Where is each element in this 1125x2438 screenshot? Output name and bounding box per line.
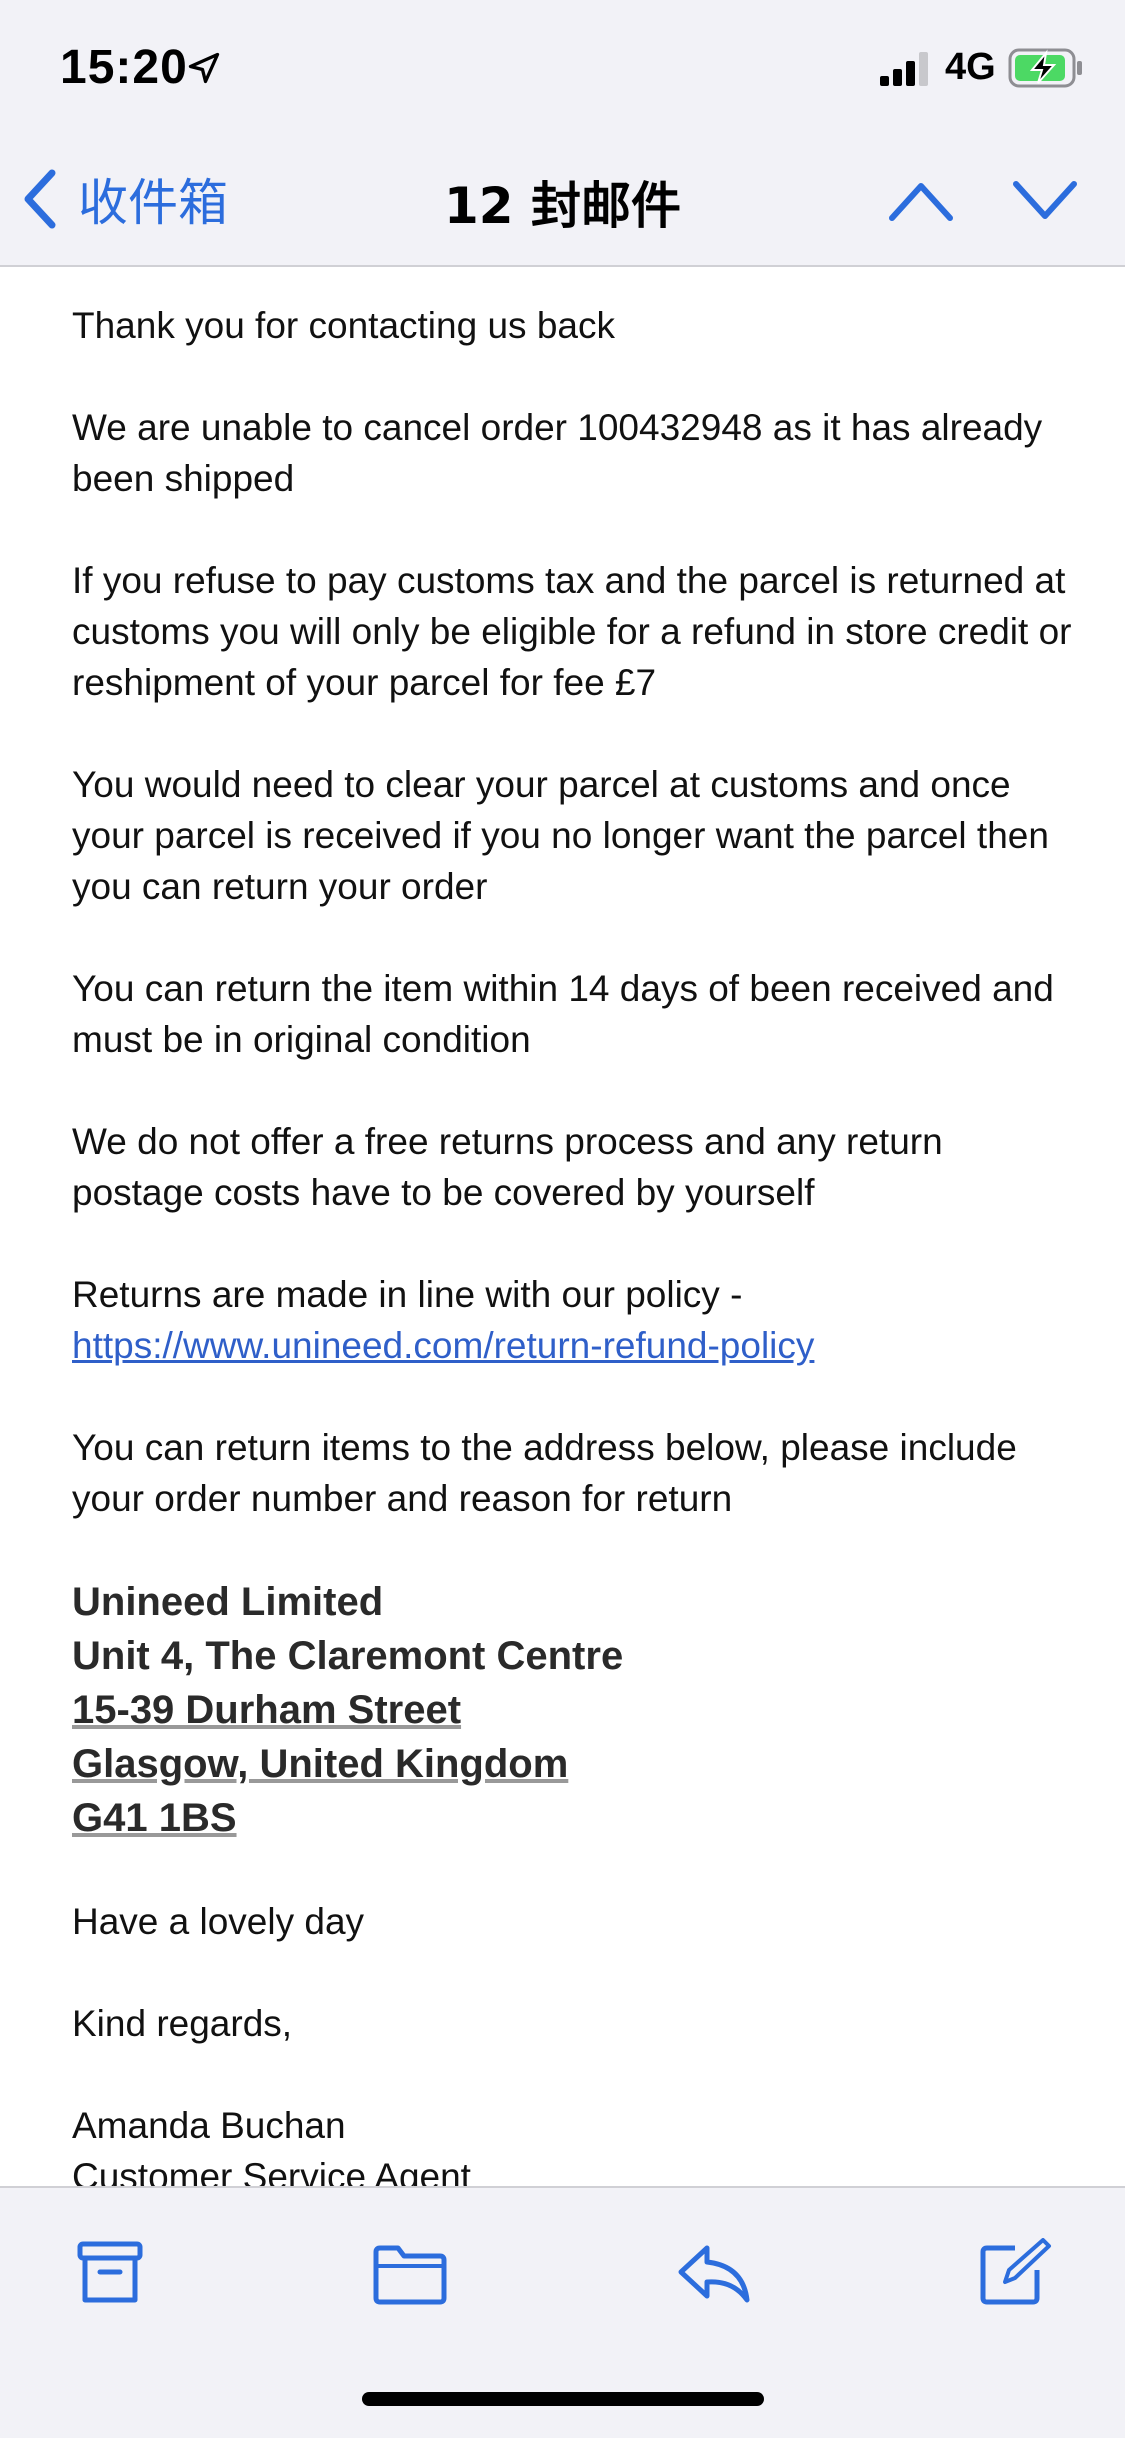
email-paragraph: Thank you for contacting us back bbox=[72, 305, 615, 346]
navigation-bar: 收件箱 12 封邮件 bbox=[0, 140, 1125, 267]
email-paragraph: We do not offer a free returns process a… bbox=[72, 1121, 943, 1213]
reply-icon[interactable] bbox=[675, 2238, 755, 2308]
return-policy-link[interactable]: https://www.unineed.com/return-refund-po… bbox=[72, 1325, 814, 1366]
address-line-company: Unineed Limited bbox=[72, 1580, 384, 1624]
cellular-signal-icon bbox=[880, 52, 928, 86]
policy-text: Returns are made in line with our policy… bbox=[72, 1274, 743, 1315]
address-line-street[interactable]: 15-39 Durham Street bbox=[72, 1683, 1072, 1737]
message-count-title: 12 封邮件 bbox=[444, 177, 681, 235]
return-address: Unineed Limited Unit 4, The Claremont Ce… bbox=[72, 1575, 1072, 1845]
signature-name: Amanda Buchan bbox=[72, 2105, 346, 2146]
address-line-unit: Unit 4, The Claremont Centre bbox=[72, 1634, 624, 1678]
address-line-postcode[interactable]: G41 1BS bbox=[72, 1791, 1072, 1845]
status-time: 15:20 bbox=[60, 41, 188, 94]
compose-icon[interactable] bbox=[975, 2238, 1055, 2308]
next-message-button[interactable] bbox=[1012, 176, 1078, 226]
archive-icon[interactable] bbox=[70, 2238, 150, 2308]
status-bar: 15:20 4G bbox=[0, 0, 1125, 140]
network-type: 4G bbox=[945, 46, 996, 88]
email-paragraph: If you refuse to pay customs tax and the… bbox=[72, 560, 1072, 703]
previous-message-button[interactable] bbox=[888, 176, 954, 226]
regards-line: Kind regards, bbox=[72, 2003, 293, 2044]
email-body: Thank you for contacting us back We are … bbox=[72, 300, 1072, 2202]
folder-icon[interactable] bbox=[370, 2238, 450, 2308]
return-instructions: You can return items to the address belo… bbox=[72, 1427, 1017, 1519]
email-paragraph: We are unable to cancel order 100432948 … bbox=[72, 407, 1043, 499]
address-line-city[interactable]: Glasgow, United Kingdom bbox=[72, 1737, 1072, 1791]
email-paragraph: You would need to clear your parcel at c… bbox=[72, 764, 1049, 907]
home-indicator[interactable] bbox=[362, 2392, 764, 2406]
battery-charging-icon bbox=[1008, 48, 1082, 88]
closing-line: Have a lovely day bbox=[72, 1901, 365, 1942]
policy-paragraph: Returns are made in line with our policy… bbox=[72, 1269, 1072, 1371]
location-arrow-icon bbox=[188, 52, 220, 84]
email-paragraph: You can return the item within 14 days o… bbox=[72, 968, 1054, 1060]
